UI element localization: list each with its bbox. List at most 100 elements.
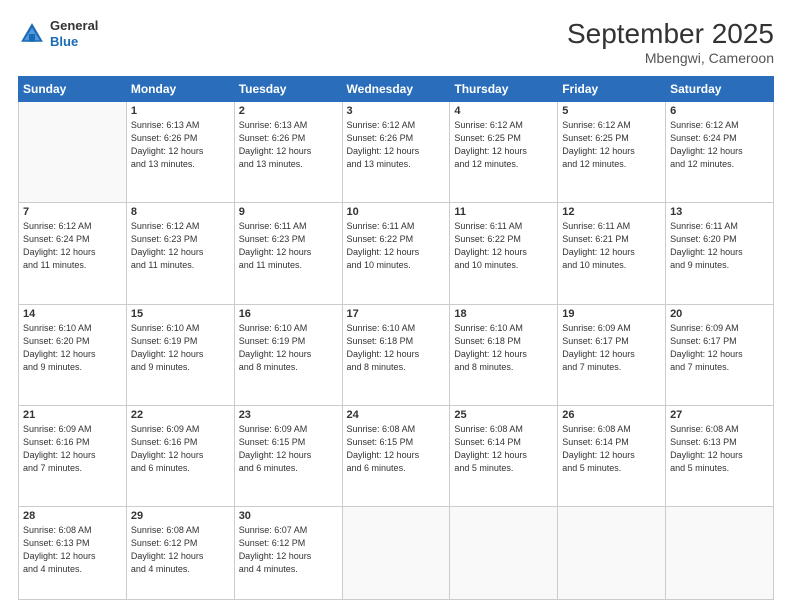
logo-general: General — [50, 18, 98, 34]
calendar-cell: 23 Sunrise: 6:09 AM Sunset: 6:15 PM Dayli… — [234, 405, 342, 506]
day-info: Sunrise: 6:12 AM Sunset: 6:25 PM Dayligh… — [454, 119, 553, 171]
calendar-cell: 18 Sunrise: 6:10 AM Sunset: 6:18 PM Dayli… — [450, 304, 558, 405]
logo: General Blue — [18, 18, 98, 49]
day-number: 15 — [131, 308, 230, 320]
calendar-cell: 14 Sunrise: 6:10 AM Sunset: 6:20 PM Dayli… — [19, 304, 127, 405]
calendar-cell: 25 Sunrise: 6:08 AM Sunset: 6:14 PM Dayli… — [450, 405, 558, 506]
calendar-cell: 22 Sunrise: 6:09 AM Sunset: 6:16 PM Dayli… — [126, 405, 234, 506]
day-info: Sunrise: 6:11 AM Sunset: 6:23 PM Dayligh… — [239, 220, 338, 272]
calendar-cell — [342, 507, 450, 600]
day-number: 8 — [131, 206, 230, 218]
day-number: 9 — [239, 206, 338, 218]
calendar-week-row: 7 Sunrise: 6:12 AM Sunset: 6:24 PM Daylig… — [19, 203, 774, 304]
day-number: 23 — [239, 409, 338, 421]
day-info: Sunrise: 6:09 AM Sunset: 6:16 PM Dayligh… — [23, 423, 122, 475]
calendar-cell: 7 Sunrise: 6:12 AM Sunset: 6:24 PM Daylig… — [19, 203, 127, 304]
calendar-week-row: 14 Sunrise: 6:10 AM Sunset: 6:20 PM Dayli… — [19, 304, 774, 405]
calendar-cell: 21 Sunrise: 6:09 AM Sunset: 6:16 PM Dayli… — [19, 405, 127, 506]
day-number: 7 — [23, 206, 122, 218]
day-info: Sunrise: 6:09 AM Sunset: 6:17 PM Dayligh… — [670, 322, 769, 374]
day-number: 25 — [454, 409, 553, 421]
day-info: Sunrise: 6:12 AM Sunset: 6:26 PM Dayligh… — [347, 119, 446, 171]
day-number: 26 — [562, 409, 661, 421]
calendar-cell — [558, 507, 666, 600]
day-number: 29 — [131, 510, 230, 522]
header: General Blue September 2025 Mbengwi, Cam… — [18, 18, 774, 66]
day-number: 30 — [239, 510, 338, 522]
calendar-cell: 19 Sunrise: 6:09 AM Sunset: 6:17 PM Dayli… — [558, 304, 666, 405]
day-info: Sunrise: 6:08 AM Sunset: 6:13 PM Dayligh… — [23, 524, 122, 576]
calendar-cell: 9 Sunrise: 6:11 AM Sunset: 6:23 PM Daylig… — [234, 203, 342, 304]
day-number: 24 — [347, 409, 446, 421]
title-block: September 2025 Mbengwi, Cameroon — [567, 18, 774, 66]
calendar-week-row: 28 Sunrise: 6:08 AM Sunset: 6:13 PM Dayli… — [19, 507, 774, 600]
calendar-table: SundayMondayTuesdayWednesdayThursdayFrid… — [18, 76, 774, 600]
calendar-header-row: SundayMondayTuesdayWednesdayThursdayFrid… — [19, 77, 774, 102]
day-info: Sunrise: 6:11 AM Sunset: 6:21 PM Dayligh… — [562, 220, 661, 272]
day-info: Sunrise: 6:12 AM Sunset: 6:23 PM Dayligh… — [131, 220, 230, 272]
day-info: Sunrise: 6:08 AM Sunset: 6:13 PM Dayligh… — [670, 423, 769, 475]
day-number: 21 — [23, 409, 122, 421]
calendar-cell: 4Sunrise: 6:12 AM Sunset: 6:25 PM Daylig… — [450, 102, 558, 203]
day-number: 17 — [347, 308, 446, 320]
day-info: Sunrise: 6:13 AM Sunset: 6:26 PM Dayligh… — [239, 119, 338, 171]
day-number: 5 — [562, 105, 661, 117]
calendar-day-header: Tuesday — [234, 77, 342, 102]
day-info: Sunrise: 6:10 AM Sunset: 6:19 PM Dayligh… — [239, 322, 338, 374]
day-number: 14 — [23, 308, 122, 320]
calendar-cell: 10Sunrise: 6:11 AM Sunset: 6:22 PM Dayli… — [342, 203, 450, 304]
day-info: Sunrise: 6:10 AM Sunset: 6:18 PM Dayligh… — [347, 322, 446, 374]
day-info: Sunrise: 6:10 AM Sunset: 6:20 PM Dayligh… — [23, 322, 122, 374]
calendar-week-row: 1 Sunrise: 6:13 AM Sunset: 6:26 PM Daylig… — [19, 102, 774, 203]
day-info: Sunrise: 6:12 AM Sunset: 6:24 PM Dayligh… — [23, 220, 122, 272]
calendar-cell: 28 Sunrise: 6:08 AM Sunset: 6:13 PM Dayli… — [19, 507, 127, 600]
day-info: Sunrise: 6:09 AM Sunset: 6:15 PM Dayligh… — [239, 423, 338, 475]
calendar-cell: 30 Sunrise: 6:07 AM Sunset: 6:12 PM Dayli… — [234, 507, 342, 600]
logo-blue: Blue — [50, 34, 98, 50]
day-number: 16 — [239, 308, 338, 320]
calendar-cell: 8 Sunrise: 6:12 AM Sunset: 6:23 PM Daylig… — [126, 203, 234, 304]
day-number: 22 — [131, 409, 230, 421]
calendar-cell: 1Sunrise: 6:13 AM Sunset: 6:26 PM Daylig… — [126, 102, 234, 203]
day-number: 1 — [131, 105, 230, 117]
calendar-cell — [450, 507, 558, 600]
day-info: Sunrise: 6:08 AM Sunset: 6:14 PM Dayligh… — [562, 423, 661, 475]
calendar-day-header: Wednesday — [342, 77, 450, 102]
day-info: Sunrise: 6:10 AM Sunset: 6:19 PM Dayligh… — [131, 322, 230, 374]
calendar-cell: 20 Sunrise: 6:09 AM Sunset: 6:17 PM Dayli… — [666, 304, 774, 405]
calendar-cell: 3Sunrise: 6:12 AM Sunset: 6:26 PM Daylig… — [342, 102, 450, 203]
calendar-cell: 27Sunrise: 6:08 AM Sunset: 6:13 PM Dayli… — [666, 405, 774, 506]
day-info: Sunrise: 6:09 AM Sunset: 6:17 PM Dayligh… — [562, 322, 661, 374]
day-info: Sunrise: 6:07 AM Sunset: 6:12 PM Dayligh… — [239, 524, 338, 576]
calendar-day-header: Thursday — [450, 77, 558, 102]
calendar-week-row: 21 Sunrise: 6:09 AM Sunset: 6:16 PM Dayli… — [19, 405, 774, 506]
day-number: 2 — [239, 105, 338, 117]
day-number: 20 — [670, 308, 769, 320]
day-number: 28 — [23, 510, 122, 522]
page: General Blue September 2025 Mbengwi, Cam… — [0, 0, 792, 612]
day-number: 10 — [347, 206, 446, 218]
calendar-cell: 11 Sunrise: 6:11 AM Sunset: 6:22 PM Dayli… — [450, 203, 558, 304]
day-number: 13 — [670, 206, 769, 218]
calendar-cell: 16 Sunrise: 6:10 AM Sunset: 6:19 PM Dayli… — [234, 304, 342, 405]
calendar-day-header: Saturday — [666, 77, 774, 102]
day-number: 18 — [454, 308, 553, 320]
calendar-cell: 2 Sunrise: 6:13 AM Sunset: 6:26 PM Daylig… — [234, 102, 342, 203]
logo-text: General Blue — [50, 18, 98, 49]
calendar-cell: 6Sunrise: 6:12 AM Sunset: 6:24 PM Daylig… — [666, 102, 774, 203]
location: Mbengwi, Cameroon — [567, 50, 774, 66]
day-info: Sunrise: 6:09 AM Sunset: 6:16 PM Dayligh… — [131, 423, 230, 475]
day-number: 19 — [562, 308, 661, 320]
day-number: 6 — [670, 105, 769, 117]
day-info: Sunrise: 6:11 AM Sunset: 6:20 PM Dayligh… — [670, 220, 769, 272]
day-info: Sunrise: 6:11 AM Sunset: 6:22 PM Dayligh… — [454, 220, 553, 272]
calendar-day-header: Monday — [126, 77, 234, 102]
day-info: Sunrise: 6:10 AM Sunset: 6:18 PM Dayligh… — [454, 322, 553, 374]
calendar-cell: 12Sunrise: 6:11 AM Sunset: 6:21 PM Dayli… — [558, 203, 666, 304]
day-info: Sunrise: 6:08 AM Sunset: 6:12 PM Dayligh… — [131, 524, 230, 576]
month-title: September 2025 — [567, 18, 774, 50]
day-info: Sunrise: 6:08 AM Sunset: 6:14 PM Dayligh… — [454, 423, 553, 475]
day-info: Sunrise: 6:12 AM Sunset: 6:25 PM Dayligh… — [562, 119, 661, 171]
calendar-day-header: Sunday — [19, 77, 127, 102]
day-number: 11 — [454, 206, 553, 218]
